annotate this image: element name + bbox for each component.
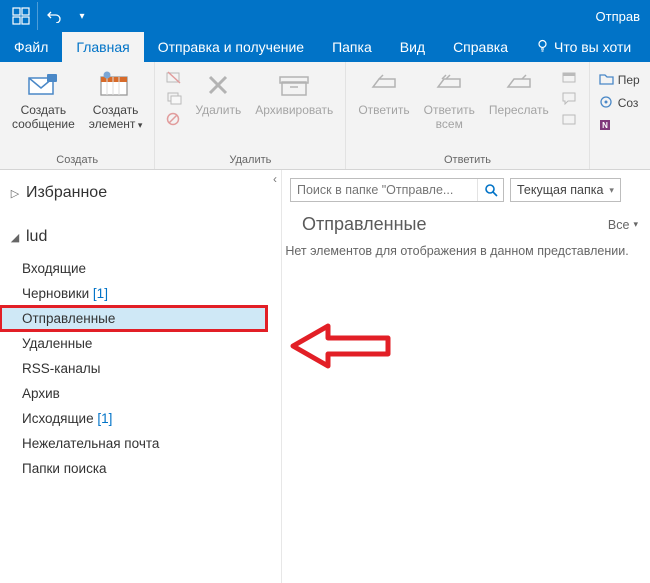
junk-icon [163,110,185,128]
search-bar: Текущая папка ▾ [282,170,650,208]
tab-folder[interactable]: Папка [318,32,386,62]
reply-button: Ответить [354,66,413,120]
group-delete-label: Удалить [163,152,337,169]
search-input[interactable] [291,179,477,201]
folder-rss[interactable]: RSS-каналы [0,356,281,381]
ribbon-tabs: Файл Главная Отправка и получение Папка … [0,32,650,62]
delete-button: Удалить [191,66,245,120]
folder-deleted[interactable]: Удаленные [0,331,281,356]
rules-icon [598,95,614,112]
tab-view[interactable]: Вид [386,32,439,62]
ignore-icon [163,68,185,86]
folder-list: Входящие Черновики [1] Отправленные Удал… [0,256,281,481]
forward-icon [502,68,536,102]
folder-heading: Отправленные [302,214,427,235]
im-reply-icon [559,89,581,107]
group-create-label: Создать [8,152,146,169]
app-icon[interactable] [4,2,38,30]
move-to-button[interactable]: Пер [598,70,640,90]
delete-icon [201,68,235,102]
account-label: lud [26,228,47,246]
tab-file[interactable]: Файл [0,32,62,62]
ribbon: Создать сообщение Создать элемент ▾ Созд… [0,62,650,170]
delete-label: Удалить [195,104,241,118]
ribbon-group-move: Пер Соз N [590,62,648,169]
ribbon-group-respond: Ответить Ответить всем Переслать Ответит… [346,62,589,169]
new-mail-button[interactable]: Создать сообщение [8,66,79,134]
qat-customize-icon[interactable]: ▾ [68,2,96,30]
onenote-button[interactable]: N [598,116,640,136]
rules-button[interactable]: Соз [598,93,640,113]
archive-icon [277,68,311,102]
tab-home[interactable]: Главная [62,32,143,62]
favorites-header[interactable]: ▷ Избранное [0,180,281,206]
new-item-label: Создать элемент ▾ [89,104,143,132]
onenote-icon: N [598,118,614,135]
respond-mini-column [559,66,581,128]
titlebar: ▾ Отправ [0,0,650,32]
archive-button: Архивировать [251,66,337,120]
ribbon-group-create: Создать сообщение Создать элемент ▾ Созд… [0,62,155,169]
forward-label: Переслать [489,104,549,118]
svg-text:N: N [602,121,608,130]
folder-sent[interactable]: Отправленные [0,306,267,331]
window-title: Отправ [96,9,646,24]
chevron-down-icon: ▾ [609,185,614,196]
reply-all-button: Ответить всем [420,66,479,134]
tab-send-receive[interactable]: Отправка и получение [144,32,318,62]
folder-archive[interactable]: Архив [0,381,281,406]
lightbulb-icon [536,39,549,55]
account-header[interactable]: ◢ lud [0,224,281,250]
new-mail-icon [26,68,60,102]
reply-all-icon [432,68,466,102]
folder-junk[interactable]: Нежелательная почта [0,431,281,456]
move-icon [598,72,614,89]
list-header: Отправленные Все ▾ [282,208,650,239]
forward-button: Переслать [485,66,553,120]
collapse-nav-icon[interactable]: ‹ [268,172,282,186]
more-respond-icon [559,110,581,128]
chevron-down-icon: ▾ [633,219,638,230]
new-mail-label: Создать сообщение [12,104,75,132]
search-scope-dropdown[interactable]: Текущая папка ▾ [510,178,621,202]
delete-mini-column [163,66,185,128]
folder-outbox[interactable]: Исходящие [1] [0,406,281,431]
archive-label: Архивировать [255,104,333,118]
scope-label: Текущая папка [517,183,603,197]
message-pane: Текущая папка ▾ Отправленные Все ▾ Нет э… [282,170,650,583]
folder-search[interactable]: Папки поиска [0,456,281,481]
folder-drafts[interactable]: Черновики [1] [0,281,281,306]
folder-inbox[interactable]: Входящие [0,256,281,281]
content-area: ‹ ▷ Избранное ◢ lud Входящие Черновики [… [0,170,650,583]
chevron-down-icon: ◢ [10,231,20,244]
cleanup-icon [163,89,185,107]
new-item-button[interactable]: Создать элемент ▾ [85,66,147,134]
reply-icon [367,68,401,102]
ribbon-group-delete: Удалить Архивировать Удалить [155,62,346,169]
rules-label: Соз [618,96,639,110]
tab-tell-me[interactable]: Что вы хоти [522,32,645,62]
tell-me-label: Что вы хоти [554,39,631,55]
reply-label: Ответить [358,104,409,118]
reply-all-label: Ответить всем [424,104,475,132]
undo-icon[interactable] [40,2,68,30]
filter-label: Все [608,218,630,232]
folder-nav: ‹ ▷ Избранное ◢ lud Входящие Черновики [… [0,170,282,583]
filter-dropdown[interactable]: Все ▾ [608,218,638,232]
new-item-icon [99,68,133,102]
chevron-right-icon: ▷ [10,187,20,200]
search-icon[interactable] [477,179,503,201]
meeting-reply-icon [559,68,581,86]
search-box[interactable] [290,178,504,202]
tab-help[interactable]: Справка [439,32,522,62]
group-respond-label: Ответить [354,152,580,169]
favorites-label: Избранное [26,184,107,202]
move-label: Пер [618,73,640,87]
empty-message: Нет элементов для отображения в данном п… [282,239,650,260]
